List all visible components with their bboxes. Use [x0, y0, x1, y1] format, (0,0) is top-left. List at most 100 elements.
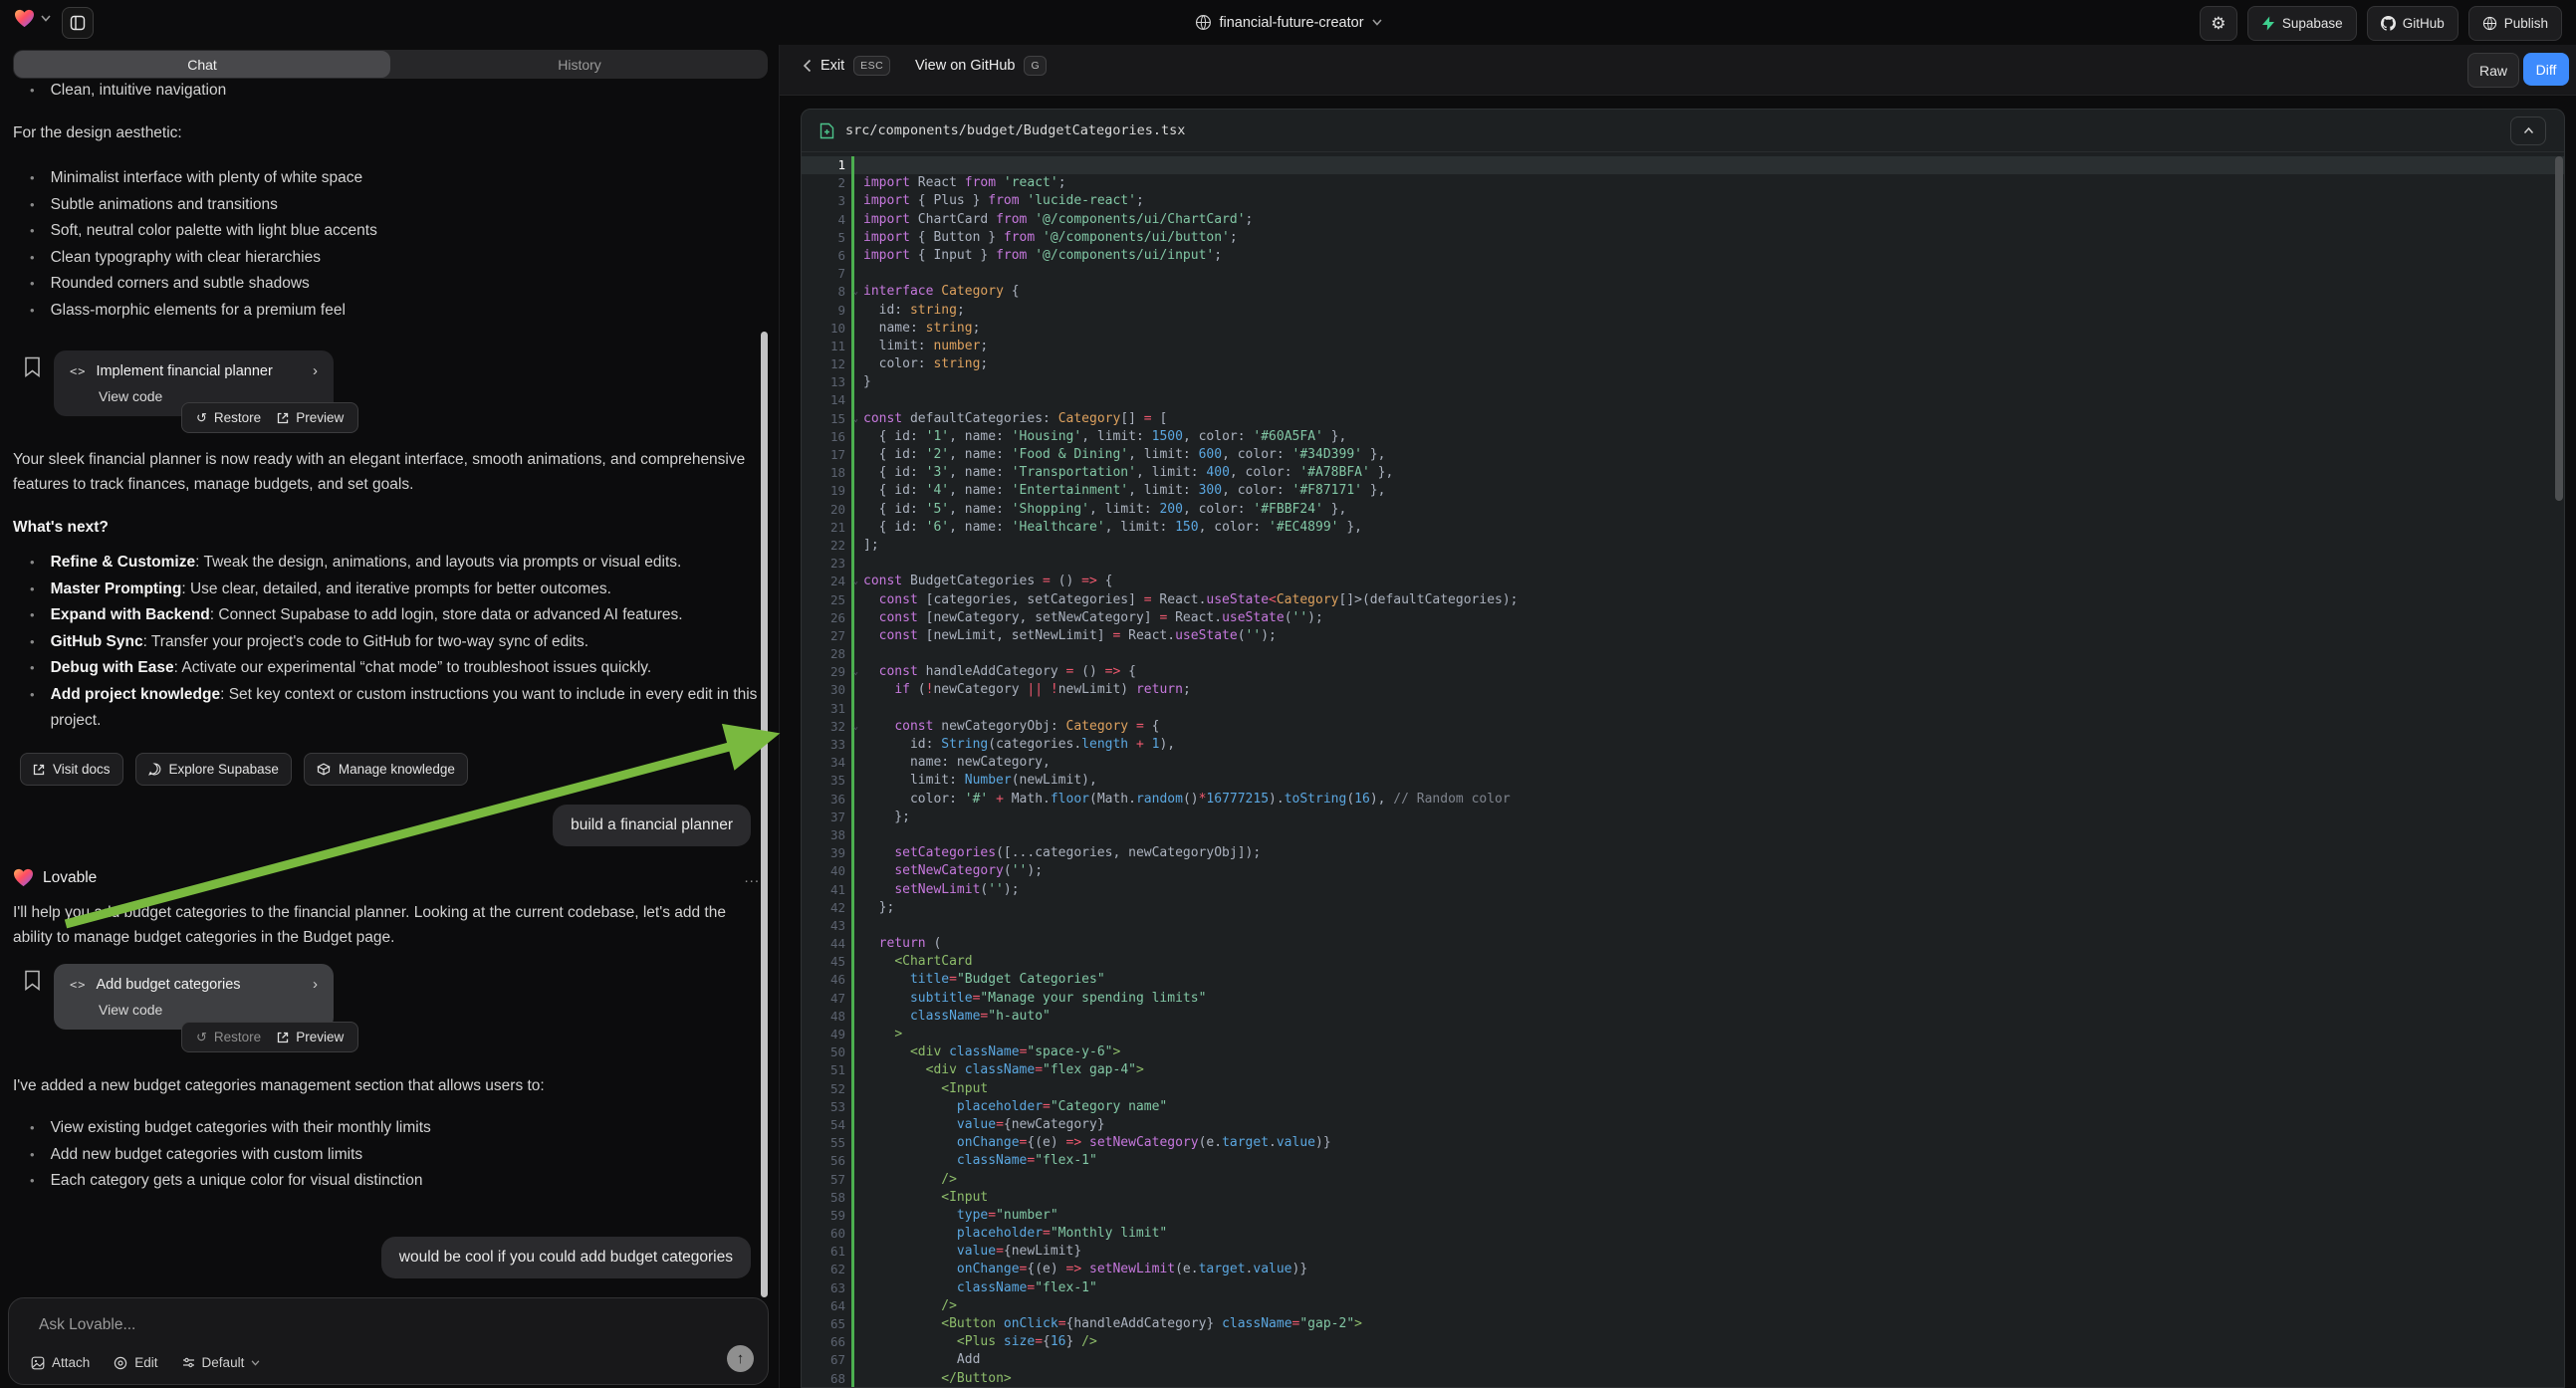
file-path-bar[interactable]: src/components/budget/BudgetCategories.t…	[802, 110, 2564, 152]
fold-chevron-icon[interactable]: ⌄	[853, 718, 858, 736]
raw-toggle-button[interactable]: Raw	[2467, 53, 2519, 88]
lovable-logo[interactable]	[14, 9, 51, 28]
line-number: 26	[802, 609, 851, 627]
line-number: 11	[802, 338, 851, 355]
version-card-add-budget-categories[interactable]: <> Add budget categories › View code	[54, 964, 334, 1030]
list-item: Subtle animations and transitions	[30, 192, 377, 219]
package-icon	[317, 763, 331, 776]
assistant-paragraph: Your sleek financial planner is now read…	[13, 448, 758, 497]
tab-history[interactable]: History	[391, 50, 768, 79]
code-line: 64 />	[802, 1297, 2564, 1315]
mode-select[interactable]: Default	[182, 1355, 261, 1370]
sliders-icon	[182, 1356, 195, 1369]
explore-supabase-button[interactable]: Explore Supabase	[135, 753, 292, 786]
panel-divider	[779, 45, 780, 1388]
line-number: 1	[802, 156, 851, 174]
line-number: 34	[802, 754, 851, 772]
code-scrollbar[interactable]	[2555, 156, 2563, 501]
tab-chat[interactable]: Chat	[14, 51, 390, 78]
code-line: 62 onChange={(e) => setNewLimit(e.target…	[802, 1261, 2564, 1278]
code-line: 55 onChange={(e) => setNewCategory(e.tar…	[802, 1134, 2564, 1152]
fold-chevron-icon[interactable]: ⌄	[853, 663, 858, 681]
publish-button[interactable]: Publish	[2468, 6, 2562, 41]
line-number: 25	[802, 591, 851, 609]
view-on-github-button[interactable]: View on GitHub G	[915, 56, 1047, 76]
settings-button[interactable]: ⚙	[2200, 6, 2237, 41]
list-item: View existing budget categories with the…	[30, 1115, 431, 1142]
supabase-button[interactable]: Supabase	[2247, 6, 2357, 41]
code-line: 30 if (!newCategory || !newLimit) return…	[802, 681, 2564, 699]
code-line: 57 />	[802, 1171, 2564, 1189]
toggle-sidebar-button[interactable]	[62, 7, 94, 39]
list-item: Debug with Ease: Activate our experiment…	[30, 655, 767, 682]
code-line: 27 const [newLimit, setNewLimit] = React…	[802, 627, 2564, 645]
prompt-input[interactable]: Ask Lovable...	[39, 1316, 135, 1334]
image-icon	[31, 1356, 45, 1370]
line-number: 49	[802, 1026, 851, 1043]
line-number: 43	[802, 917, 851, 935]
view-code-link[interactable]: View code	[99, 1002, 318, 1018]
line-number: 31	[802, 700, 851, 718]
preview-button[interactable]: Preview	[277, 1030, 344, 1044]
line-number: 60	[802, 1225, 851, 1243]
line-number: 33	[802, 736, 851, 754]
fold-chevron-icon[interactable]: ⌄	[853, 283, 858, 301]
code-line: 9 id: string;	[802, 302, 2564, 320]
fold-chevron-icon[interactable]: ⌄	[853, 573, 858, 590]
bookmark-icon[interactable]	[24, 356, 41, 377]
code-line: 36 color: '#' + Math.floor(Math.random()…	[802, 791, 2564, 809]
diff-toggle-button[interactable]: Diff	[2523, 53, 2569, 86]
collapse-file-button[interactable]	[2510, 116, 2546, 145]
line-number: 42	[802, 899, 851, 917]
chat-scrollbar[interactable]	[761, 332, 768, 1297]
restore-button[interactable]: ↺ Restore	[196, 410, 261, 426]
assistant-name: Lovable	[43, 869, 97, 887]
line-number: 10	[802, 320, 851, 338]
chevron-down-icon	[1372, 19, 1382, 26]
code-line: 21 { id: '6', name: 'Healthcare', limit:…	[802, 519, 2564, 537]
message-menu-button[interactable]: ...	[744, 869, 760, 886]
code-line: 23	[802, 555, 2564, 573]
code-line: 54 value={newCategory}	[802, 1116, 2564, 1134]
code-line: 31	[802, 700, 2564, 718]
prompt-input-card[interactable]: Ask Lovable... Attach Edit Default	[8, 1297, 769, 1385]
external-link-icon	[277, 1032, 289, 1043]
code-line: 2import React from 'react';	[802, 174, 2564, 192]
restore-button[interactable]: ↺ Restore	[196, 1030, 261, 1045]
line-number: 30	[802, 681, 851, 699]
assistant-paragraph: I'll help you add budget categories to t…	[13, 901, 758, 950]
code-line: 40 setNewCategory('');	[802, 862, 2564, 880]
whats-next-list: Refine & Customize: Tweak the design, an…	[30, 550, 767, 735]
line-number: 17	[802, 446, 851, 464]
quick-actions-row: Visit docs Explore Supabase Manage knowl…	[20, 753, 468, 786]
version-card-title: Implement financial planner	[96, 363, 272, 379]
send-button[interactable]: ↑	[727, 1345, 754, 1372]
line-number: 4	[802, 211, 851, 229]
line-number: 7	[802, 265, 851, 283]
github-button[interactable]: GitHub	[2367, 6, 2459, 41]
user-message: would be cool if you could add budget ca…	[381, 1237, 751, 1278]
project-switcher[interactable]: financial-future-creator	[1194, 0, 1381, 45]
code-line: 51 <div className="flex gap-4">	[802, 1061, 2564, 1079]
edit-button[interactable]: Edit	[114, 1355, 157, 1370]
code-line: 59 type="number"	[802, 1207, 2564, 1225]
line-number: 57	[802, 1171, 851, 1189]
project-title: financial-future-creator	[1219, 15, 1363, 31]
code-line: 22];	[802, 537, 2564, 555]
code-line: 13}	[802, 373, 2564, 391]
preview-button[interactable]: Preview	[277, 410, 344, 425]
line-number: 36	[802, 791, 851, 809]
file-path: src/components/budget/BudgetCategories.t…	[845, 122, 1185, 138]
line-number: 47	[802, 990, 851, 1008]
exit-button[interactable]: Exit ESC	[803, 56, 890, 76]
manage-knowledge-button[interactable]: Manage knowledge	[304, 753, 468, 786]
line-number: 8⌄	[802, 283, 851, 301]
line-number: 18	[802, 464, 851, 482]
attach-button[interactable]: Attach	[31, 1355, 90, 1370]
code-icon: <>	[70, 364, 86, 378]
bookmark-icon[interactable]	[24, 970, 41, 991]
visit-docs-button[interactable]: Visit docs	[20, 753, 123, 786]
github-label: GitHub	[2403, 16, 2445, 31]
code-line: 7	[802, 265, 2564, 283]
fold-chevron-icon[interactable]: ⌄	[853, 410, 858, 428]
